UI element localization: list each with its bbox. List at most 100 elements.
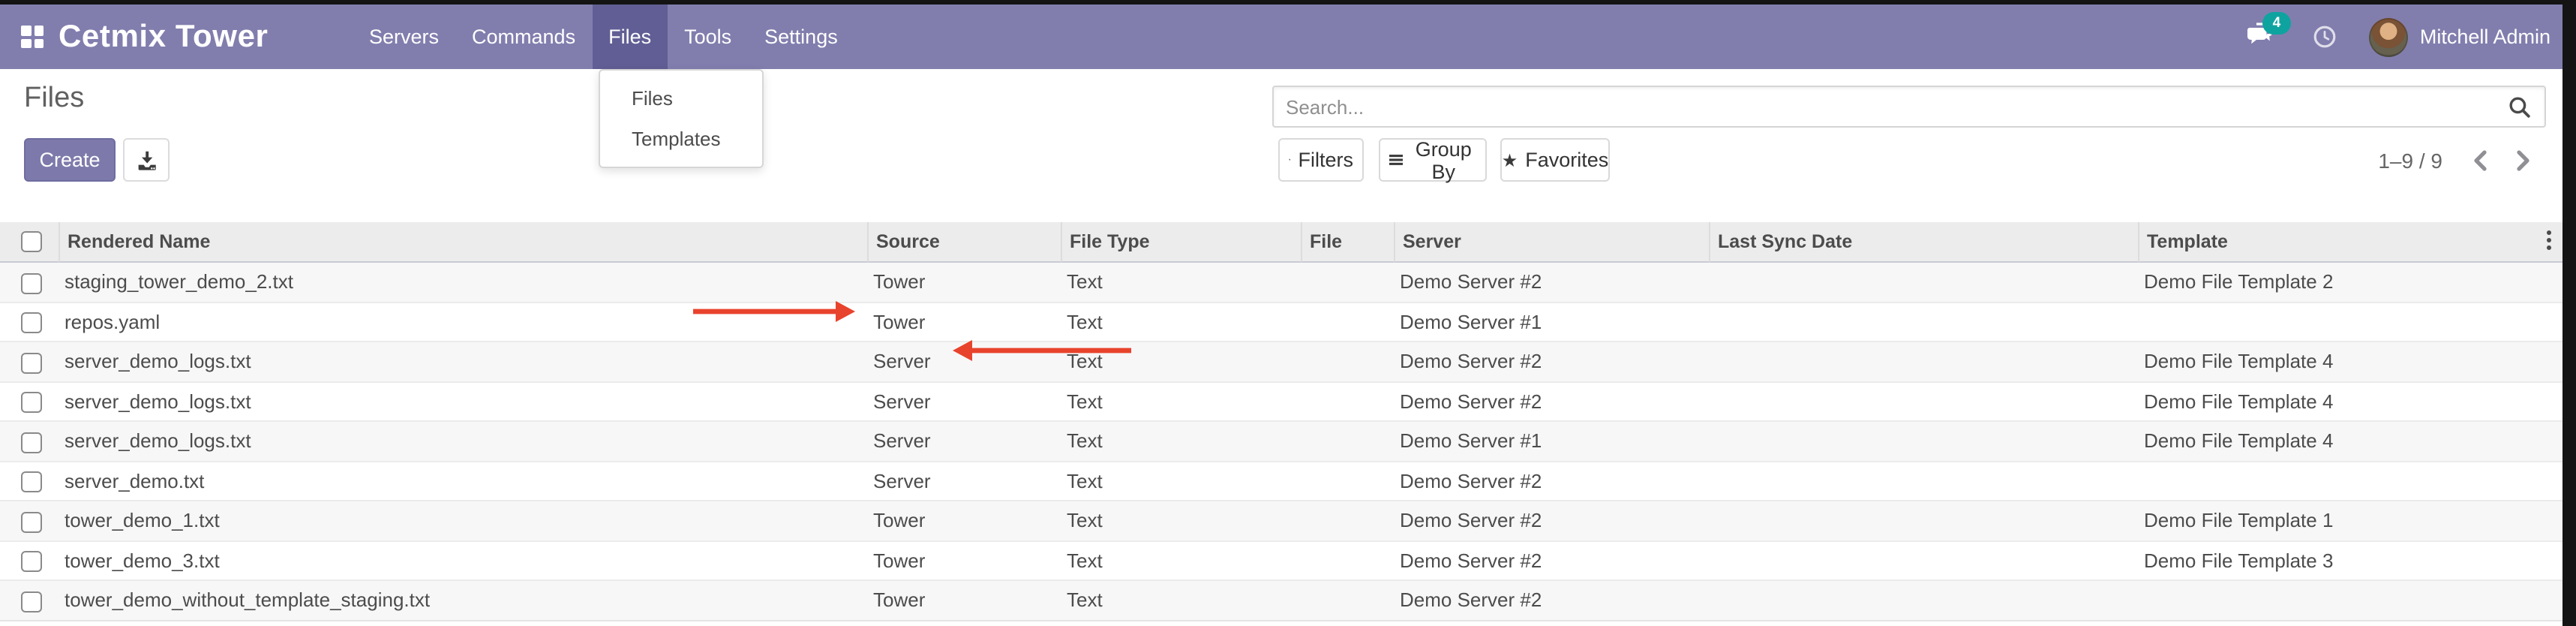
table-row[interactable]: server_demo_logs.txt Server Text Demo Se… xyxy=(0,381,2562,420)
cell-rendered-name[interactable]: tower_demo_3.txt xyxy=(59,540,867,579)
menu-item-commands[interactable]: Commands xyxy=(455,5,592,69)
cell-template[interactable]: Demo File Template 3 xyxy=(2138,540,2535,579)
cell-file[interactable] xyxy=(1301,263,1394,301)
messages-icon[interactable]: 4 xyxy=(2244,17,2283,56)
select-all-checkbox[interactable] xyxy=(21,232,42,253)
cell-rendered-name[interactable]: server_demo_logs.txt xyxy=(59,420,867,460)
cell-server[interactable]: Demo Server #2 xyxy=(1394,500,1709,540)
search-icon[interactable] xyxy=(2508,95,2531,118)
cell-server[interactable]: Demo Server #2 xyxy=(1394,540,1709,579)
row-checkbox[interactable] xyxy=(21,432,42,453)
column-header-template[interactable]: Template xyxy=(2138,222,2535,263)
cell-file-type[interactable]: Text xyxy=(1061,579,1301,621)
cell-source[interactable]: Server xyxy=(867,341,1061,381)
cell-file-type[interactable]: Text xyxy=(1061,500,1301,540)
menu-item-servers[interactable]: Servers xyxy=(353,5,455,69)
cell-file-type[interactable]: Text xyxy=(1061,540,1301,579)
favorites-button[interactable]: ★ Favorites xyxy=(1500,138,1610,182)
dropdown-item-templates[interactable]: Templates xyxy=(600,119,762,159)
cell-template[interactable] xyxy=(2138,460,2535,500)
cell-server[interactable]: Demo Server #2 xyxy=(1394,579,1709,621)
cell-server[interactable]: Demo Server #2 xyxy=(1394,460,1709,500)
cell-source[interactable]: Server xyxy=(867,420,1061,460)
cell-file-type[interactable]: Text xyxy=(1061,301,1301,341)
row-checkbox[interactable] xyxy=(21,392,42,413)
cell-source[interactable]: Tower xyxy=(867,500,1061,540)
filters-button[interactable]: Filters xyxy=(1278,138,1364,182)
cell-server[interactable]: Demo Server #2 xyxy=(1394,263,1709,301)
cell-rendered-name[interactable]: repos.yaml xyxy=(59,301,867,341)
table-row[interactable]: tower_demo_3.txt Tower Text Demo Server … xyxy=(0,540,2562,579)
cell-rendered-name[interactable]: staging_tower_demo_2.txt xyxy=(59,263,867,301)
table-row[interactable]: tower_demo_1.txt Tower Text Demo Server … xyxy=(0,500,2562,540)
cell-last-sync-date[interactable] xyxy=(1709,540,2138,579)
cell-server[interactable]: Demo Server #2 xyxy=(1394,341,1709,381)
cell-last-sync-date[interactable] xyxy=(1709,301,2138,341)
cell-file[interactable] xyxy=(1301,579,1394,621)
column-header-rendered-name[interactable]: Rendered Name xyxy=(59,222,867,263)
column-header-source[interactable]: Source xyxy=(867,222,1061,263)
cell-last-sync-date[interactable] xyxy=(1709,420,2138,460)
cell-file[interactable] xyxy=(1301,341,1394,381)
row-checkbox[interactable] xyxy=(21,352,42,373)
column-header-file-type[interactable]: File Type xyxy=(1061,222,1301,263)
menu-item-settings[interactable]: Settings xyxy=(748,5,854,69)
column-header-server[interactable]: Server xyxy=(1394,222,1709,263)
optional-columns-toggle[interactable] xyxy=(2535,222,2562,263)
cell-file[interactable] xyxy=(1301,500,1394,540)
cell-template[interactable]: Demo File Template 4 xyxy=(2138,381,2535,420)
cell-last-sync-date[interactable] xyxy=(1709,381,2138,420)
row-checkbox[interactable] xyxy=(21,312,42,333)
table-row[interactable]: tower_demo_without_template_staging.txt … xyxy=(0,579,2562,621)
cell-source[interactable]: Server xyxy=(867,381,1061,420)
cell-file-type[interactable]: Text xyxy=(1061,460,1301,500)
menu-item-files[interactable]: Files xyxy=(592,5,668,69)
cell-file[interactable] xyxy=(1301,460,1394,500)
cell-server[interactable]: Demo Server #1 xyxy=(1394,301,1709,341)
table-row[interactable]: repos.yaml Tower Text Demo Server #1 xyxy=(0,301,2562,341)
cell-template[interactable]: Demo File Template 4 xyxy=(2138,341,2535,381)
export-download-button[interactable] xyxy=(123,138,170,182)
cell-server[interactable]: Demo Server #1 xyxy=(1394,420,1709,460)
search-input[interactable] xyxy=(1274,95,2508,118)
cell-template[interactable]: Demo File Template 4 xyxy=(2138,420,2535,460)
row-checkbox[interactable] xyxy=(21,511,42,532)
cell-source[interactable]: Tower xyxy=(867,263,1061,301)
row-checkbox[interactable] xyxy=(21,272,42,293)
cell-file-type[interactable]: Text xyxy=(1061,263,1301,301)
table-row[interactable]: staging_tower_demo_2.txt Tower Text Demo… xyxy=(0,263,2562,301)
cell-last-sync-date[interactable] xyxy=(1709,500,2138,540)
user-name[interactable]: Mitchell Admin xyxy=(2420,26,2550,48)
cell-source[interactable]: Tower xyxy=(867,579,1061,621)
pager-next-button[interactable] xyxy=(2511,148,2535,172)
create-button[interactable]: Create xyxy=(24,138,116,182)
group-by-button[interactable]: Group By xyxy=(1379,138,1487,182)
cell-rendered-name[interactable]: server_demo_logs.txt xyxy=(59,381,867,420)
cell-last-sync-date[interactable] xyxy=(1709,263,2138,301)
menu-item-tools[interactable]: Tools xyxy=(668,5,748,69)
user-avatar[interactable] xyxy=(2369,17,2408,56)
table-row[interactable]: server_demo_logs.txt Server Text Demo Se… xyxy=(0,420,2562,460)
cell-file[interactable] xyxy=(1301,420,1394,460)
cell-rendered-name[interactable]: tower_demo_1.txt xyxy=(59,500,867,540)
apps-grid-icon[interactable] xyxy=(21,26,44,48)
cell-rendered-name[interactable]: tower_demo_without_template_staging.txt xyxy=(59,579,867,621)
cell-template[interactable] xyxy=(2138,579,2535,621)
cell-source[interactable]: Tower xyxy=(867,301,1061,341)
dropdown-item-files[interactable]: Files xyxy=(600,78,762,119)
table-row[interactable]: server_demo.txt Server Text Demo Server … xyxy=(0,460,2562,500)
cell-file[interactable] xyxy=(1301,540,1394,579)
cell-template[interactable] xyxy=(2138,301,2535,341)
cell-server[interactable]: Demo Server #2 xyxy=(1394,381,1709,420)
column-header-last-sync-date[interactable]: Last Sync Date xyxy=(1709,222,2138,263)
row-checkbox[interactable] xyxy=(21,591,42,612)
cell-file-type[interactable]: Text xyxy=(1061,420,1301,460)
cell-rendered-name[interactable]: server_demo.txt xyxy=(59,460,867,500)
cell-template[interactable]: Demo File Template 2 xyxy=(2138,263,2535,301)
column-header-file[interactable]: File xyxy=(1301,222,1394,263)
table-row[interactable]: server_demo_logs.txt Server Text Demo Se… xyxy=(0,341,2562,381)
row-checkbox[interactable] xyxy=(21,471,42,492)
cell-file-type[interactable]: Text xyxy=(1061,381,1301,420)
cell-last-sync-date[interactable] xyxy=(1709,460,2138,500)
cell-last-sync-date[interactable] xyxy=(1709,579,2138,621)
